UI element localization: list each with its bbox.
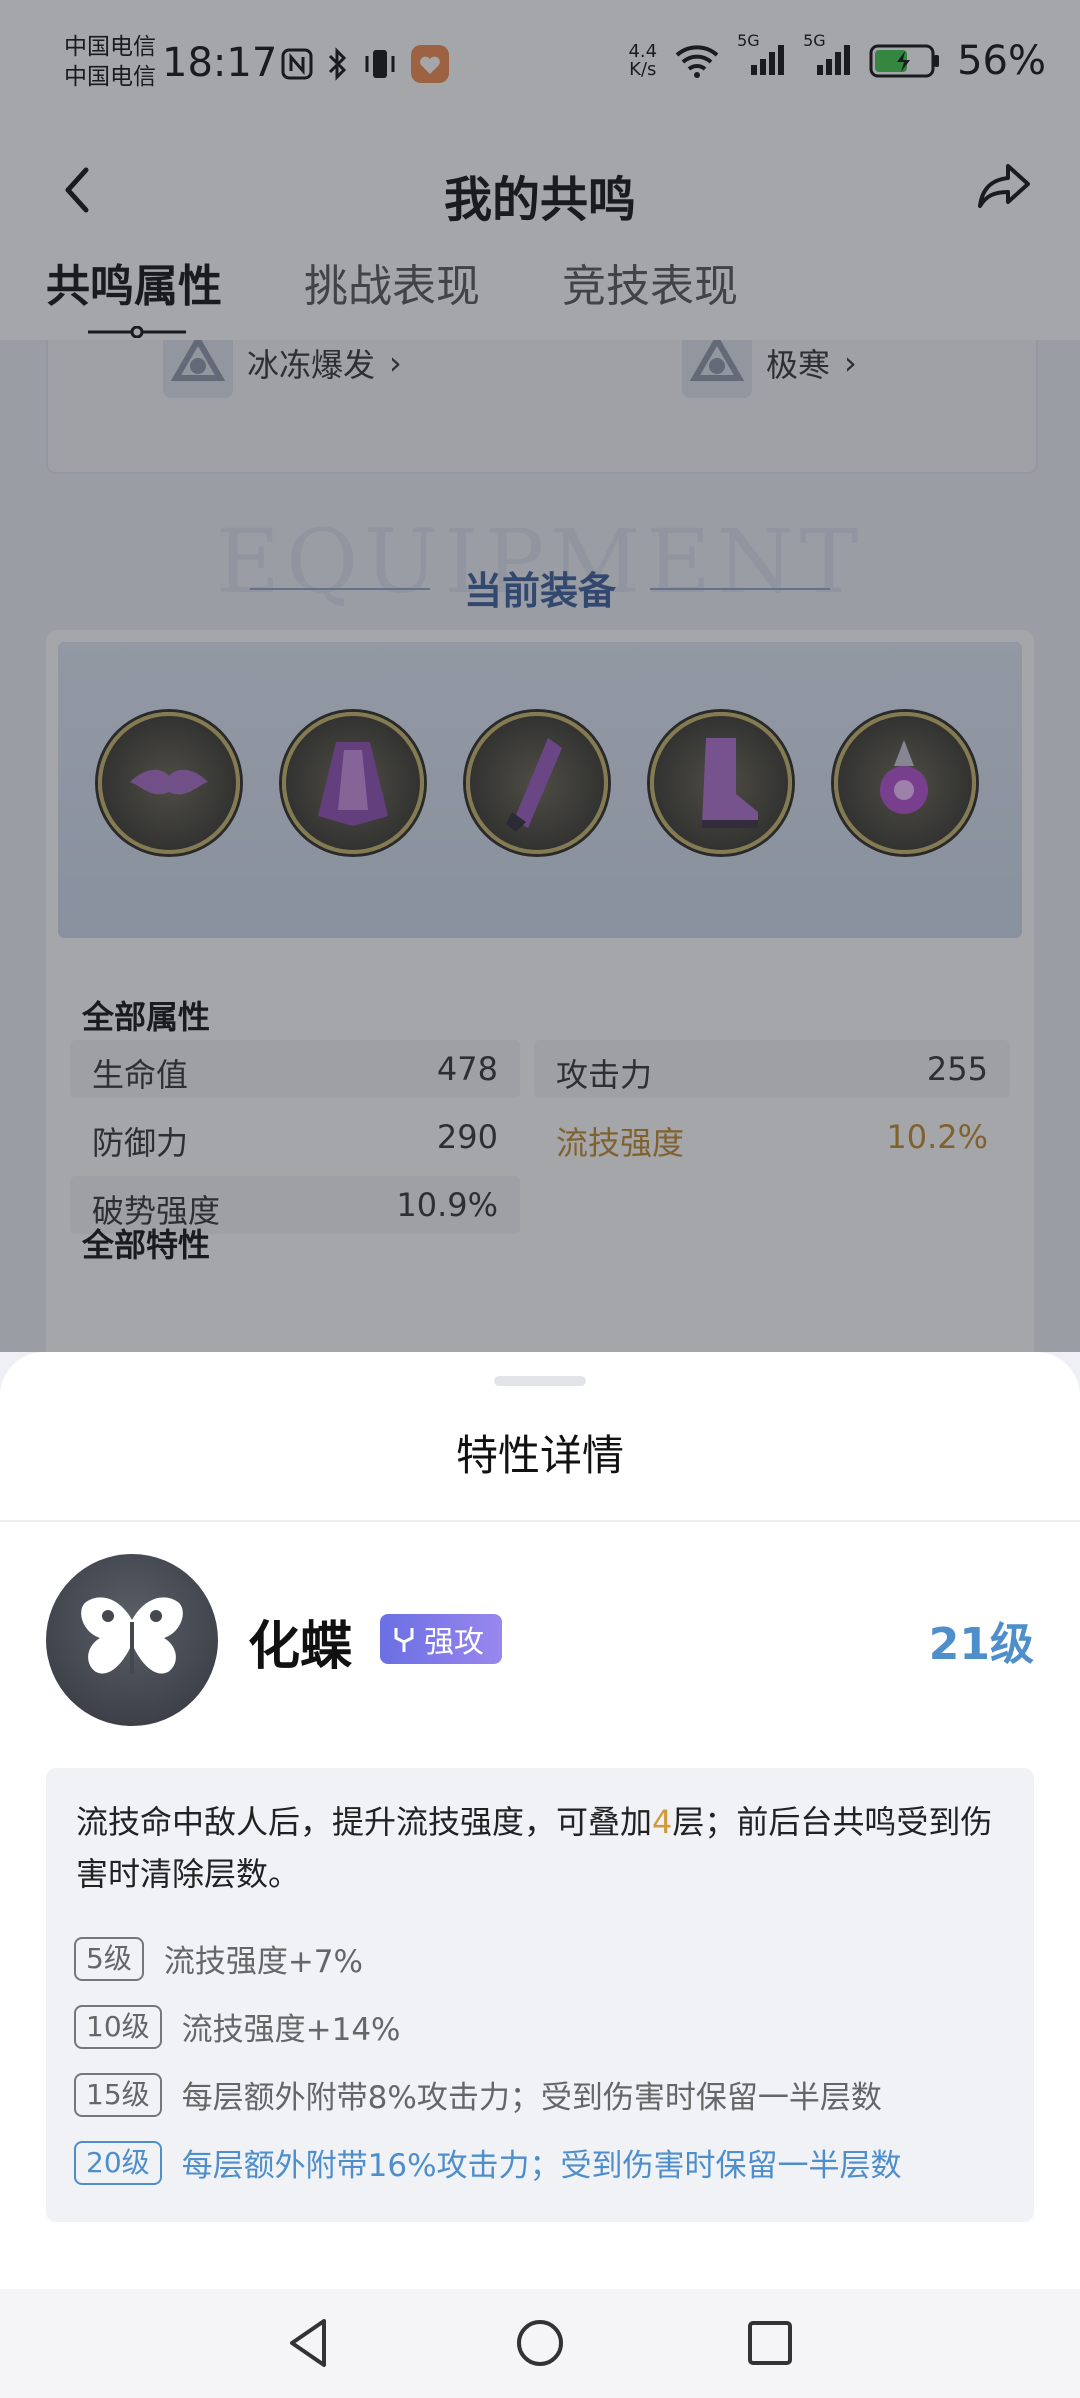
nav-back-icon[interactable] (280, 2313, 340, 2373)
level-effect-text: 每层额外附带16%攻击力；受到伤害时保留一半层数 (181, 2148, 902, 2184)
attack-type-icon (394, 1628, 414, 1652)
sheet-title: 特性详情 (455, 1431, 624, 1480)
trait-description: 流技命中敌人后，提升流技强度，可叠加4层；前后台共鸣受到伤害时清除层数。 (76, 1796, 1006, 1900)
modal-backdrop[interactable] (0, 0, 1080, 1352)
level-badge: 20级 (74, 2140, 162, 2185)
trait-level: 21级 (928, 1619, 1034, 1670)
trait-description-box: 流技命中敌人后，提升流技强度，可叠加4层；前后台共鸣受到伤害时清除层数。 5级 … (46, 1768, 1034, 2222)
screen: 中国电信 中国电信 18:17 4.4 K/s 5G 5G 56% 我的共鸣 共… (0, 0, 1080, 2398)
sheet-divider (0, 1520, 1080, 1522)
level-effect-row: 10级 流技强度+14% (74, 2004, 401, 2049)
level-effect-row: 15级 每层额外附带8%攻击力；受到伤害时保留一半层数 (74, 2072, 882, 2117)
description-stack-count: 4 (652, 1803, 673, 1841)
sheet-drag-handle[interactable] (494, 1376, 586, 1386)
level-badge: 5级 (74, 1936, 144, 1981)
level-badge: 15级 (74, 2072, 162, 2117)
nav-home-icon[interactable] (510, 2313, 570, 2373)
trait-detail-sheet: 特性详情 化蝶 强攻 21级 流技命中敌人后，提升流技强度，可叠加4层；前后台共… (0, 1352, 1080, 2289)
nav-recents-icon[interactable] (740, 2313, 800, 2373)
level-effect-row-current: 20级 每层额外附带16%攻击力；受到伤害时保留一半层数 (74, 2140, 902, 2185)
trait-tag: 强攻 (380, 1614, 502, 1664)
trait-name: 化蝶 (248, 1617, 353, 1677)
level-effect-row: 5级 流技强度+7% (74, 1936, 363, 1981)
level-badge: 10级 (74, 2004, 162, 2049)
trait-tag-label: 强攻 (424, 1625, 484, 1660)
level-effect-text: 流技强度+14% (181, 2012, 401, 2048)
trait-avatar (46, 1554, 218, 1726)
description-text: 流技命中敌人后，提升流技强度，可叠加 (76, 1803, 653, 1841)
level-effect-text: 每层额外附带8%攻击力；受到伤害时保留一半层数 (181, 2080, 882, 2116)
level-effect-text: 流技强度+7% (163, 1944, 363, 1980)
butterfly-icon (81, 1597, 183, 1674)
system-nav-bar (0, 2289, 1080, 2398)
